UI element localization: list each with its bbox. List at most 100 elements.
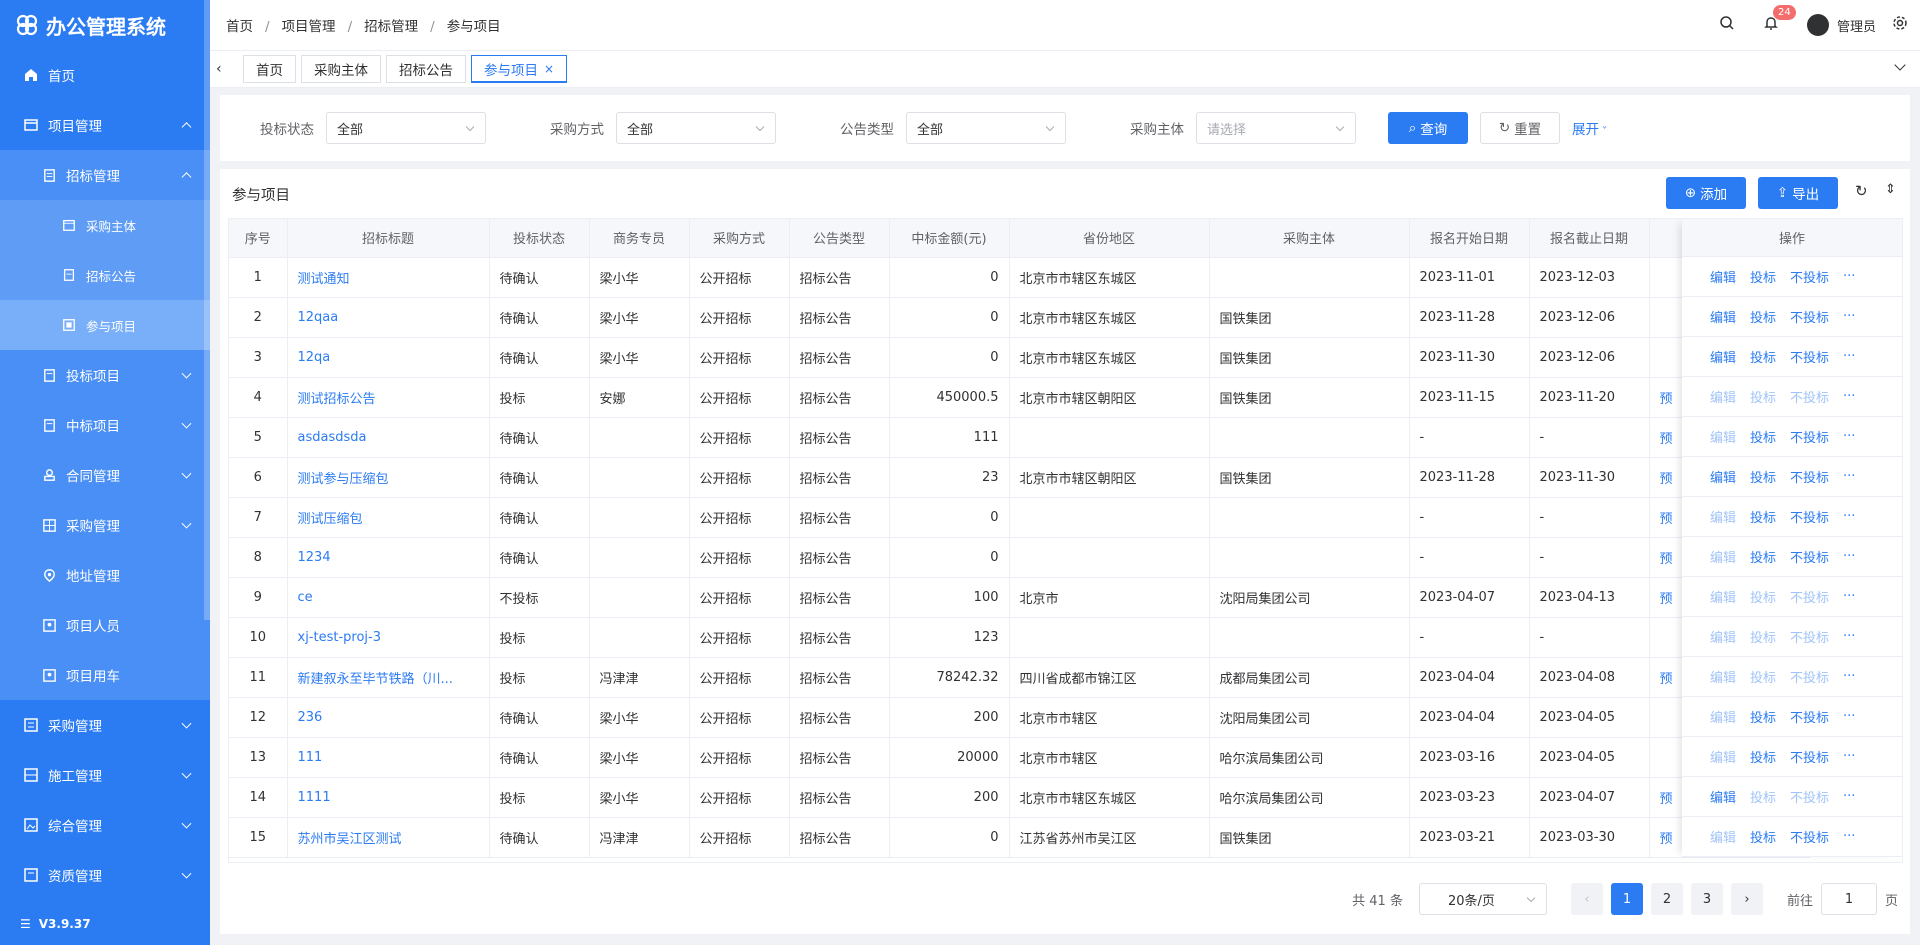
- table-row[interactable]: 1 测试通知 待确认 梁小华 公开招标 招标公告 0 北京市市辖区东城区 2023-11-01 2…: [229, 257, 1810, 298]
- no-bid-link[interactable]: 不投标: [1790, 507, 1829, 526]
- prev-page-button[interactable]: ‹: [1570, 883, 1603, 915]
- more-icon[interactable]: ···: [1843, 709, 1855, 724]
- table-row[interactable]: 11 新建叙永至毕节铁路（川... 投标 冯津津 公开招标 招标公告 78242.32 四川省…: [229, 657, 1810, 698]
- sidebar-scrollbar[interactable]: [204, 0, 210, 620]
- sidebar-item-won-projects[interactable]: 中标项目: [0, 400, 210, 450]
- close-icon[interactable]: ×: [544, 62, 554, 76]
- edit-link[interactable]: 编辑: [1710, 387, 1736, 406]
- sidebar-item-procurement-management[interactable]: 采购管理: [0, 500, 210, 550]
- sidebar-item-bid-notice[interactable]: 招标公告: [0, 250, 210, 300]
- project-title-link[interactable]: 测试招标公告: [287, 377, 490, 418]
- settings-icon[interactable]: [1892, 15, 1908, 35]
- bid-link[interactable]: 投标: [1750, 387, 1776, 406]
- table-row[interactable]: 6 测试参与压缩包 待确认 公开招标 招标公告 23 北京市市辖区朝阳区 国铁集团 2023-1…: [229, 457, 1810, 498]
- no-bid-link[interactable]: 不投标: [1790, 587, 1829, 606]
- no-bid-link[interactable]: 不投标: [1790, 707, 1829, 726]
- more-icon[interactable]: ···: [1843, 749, 1855, 764]
- breadcrumb-item[interactable]: 首页: [226, 19, 253, 35]
- sidebar-item-purchase-management[interactable]: 采购管理: [0, 700, 210, 750]
- sidebar-item-project-staff[interactable]: 项目人员: [0, 600, 210, 650]
- page-button[interactable]: 3: [1690, 883, 1723, 915]
- next-page-button[interactable]: ›: [1730, 883, 1763, 915]
- bid-link[interactable]: 投标: [1750, 267, 1776, 286]
- bid-link[interactable]: 投标: [1750, 787, 1776, 806]
- more-icon[interactable]: ···: [1843, 829, 1855, 844]
- project-title-link[interactable]: 236: [287, 697, 490, 738]
- more-icon[interactable]: ···: [1843, 469, 1855, 484]
- sidebar-item-purchase-entity[interactable]: 采购主体: [0, 200, 210, 250]
- table-row[interactable]: 3 12qa 待确认 梁小华 公开招标 招标公告 0 北京市市辖区东城区 国铁集团 2023-11…: [229, 337, 1810, 378]
- no-bid-link[interactable]: 不投标: [1790, 307, 1829, 326]
- sidebar-item-address-management[interactable]: 地址管理: [0, 550, 210, 600]
- sidebar-item-participating-projects[interactable]: 参与项目: [0, 300, 210, 350]
- sidebar-item-general-management[interactable]: 综合管理: [0, 800, 210, 850]
- more-icon[interactable]: ···: [1843, 349, 1855, 364]
- edit-link[interactable]: 编辑: [1710, 547, 1736, 566]
- edit-link[interactable]: 编辑: [1710, 267, 1736, 286]
- table-row[interactable]: 15 苏州市吴江区测试 待确认 冯津津 公开招标 招标公告 0 江苏省苏州市吴江区 国铁集团 20…: [229, 817, 1810, 858]
- breadcrumb-item[interactable]: 招标管理: [364, 19, 418, 35]
- bid-link[interactable]: 投标: [1750, 667, 1776, 686]
- edit-link[interactable]: 编辑: [1710, 427, 1736, 446]
- bid-link[interactable]: 投标: [1750, 427, 1776, 446]
- no-bid-link[interactable]: 不投标: [1790, 347, 1829, 366]
- project-title-link[interactable]: 1234: [287, 537, 490, 578]
- table-row[interactable]: 14 1111 投标 梁小华 公开招标 招标公告 200 北京市市辖区东城区 哈尔滨局集团公司 2…: [229, 777, 1810, 818]
- tab-home[interactable]: 首页: [243, 55, 296, 83]
- tabs-scroll-left-icon[interactable]: ‹: [216, 61, 238, 77]
- table-row[interactable]: 13 111 待确认 梁小华 公开招标 招标公告 20000 北京市市辖区 哈尔滨局集团公司 20…: [229, 737, 1810, 778]
- project-title-link[interactable]: 12qa: [287, 337, 490, 378]
- more-icon[interactable]: ···: [1843, 389, 1855, 404]
- edit-link[interactable]: 编辑: [1710, 587, 1736, 606]
- column-height-icon[interactable]: ⇕: [1885, 182, 1896, 197]
- no-bid-link[interactable]: 不投标: [1790, 267, 1829, 286]
- edit-link[interactable]: 编辑: [1710, 747, 1736, 766]
- no-bid-link[interactable]: 不投标: [1790, 667, 1829, 686]
- collapse-menu-icon[interactable]: ☰: [20, 917, 31, 931]
- query-button[interactable]: ⌕ 查询: [1388, 112, 1468, 144]
- project-title-link[interactable]: 测试压缩包: [287, 497, 490, 538]
- bid-link[interactable]: 投标: [1750, 347, 1776, 366]
- project-title-link[interactable]: 111: [287, 737, 490, 778]
- avatar[interactable]: [1806, 14, 1829, 36]
- project-title-link[interactable]: xj-test-proj-3: [287, 617, 490, 658]
- project-title-link[interactable]: 12qaa: [287, 297, 490, 338]
- table-row[interactable]: 5 asdasdsda 待确认 公开招标 招标公告 111- - 预: [229, 417, 1810, 458]
- table-row[interactable]: 2 12qaa 待确认 梁小华 公开招标 招标公告 0 北京市市辖区东城区 国铁集团 2023-1…: [229, 297, 1810, 338]
- bid-link[interactable]: 投标: [1750, 507, 1776, 526]
- tab-participating-projects[interactable]: 参与项目 ×: [471, 55, 568, 83]
- sidebar-item-project-management[interactable]: 项目管理: [0, 100, 210, 150]
- sidebar-item-project-vehicle[interactable]: 项目用车: [0, 650, 210, 700]
- bid-link[interactable]: 投标: [1750, 547, 1776, 566]
- edit-link[interactable]: 编辑: [1710, 347, 1736, 366]
- user-name[interactable]: 管理员: [1837, 16, 1876, 35]
- bid-link[interactable]: 投标: [1750, 587, 1776, 606]
- no-bid-link[interactable]: 不投标: [1790, 467, 1829, 486]
- page-button[interactable]: 2: [1650, 883, 1683, 915]
- project-title-link[interactable]: 测试参与压缩包: [287, 457, 490, 498]
- project-title-link[interactable]: asdasdsda: [287, 417, 490, 458]
- project-title-link[interactable]: ce: [287, 577, 490, 618]
- no-bid-link[interactable]: 不投标: [1790, 427, 1829, 446]
- notice-type-select[interactable]: 全部: [906, 112, 1066, 144]
- more-icon[interactable]: ···: [1843, 589, 1855, 604]
- more-icon[interactable]: ···: [1843, 789, 1855, 804]
- export-button[interactable]: ⇪ 导出: [1758, 177, 1838, 209]
- reset-button[interactable]: ↻ 重置: [1480, 112, 1560, 144]
- bid-link[interactable]: 投标: [1750, 827, 1776, 846]
- sidebar-item-tender-projects[interactable]: 投标项目: [0, 350, 210, 400]
- tab-bid-notice[interactable]: 招标公告: [386, 55, 466, 83]
- edit-link[interactable]: 编辑: [1710, 707, 1736, 726]
- more-icon[interactable]: ···: [1843, 669, 1855, 684]
- sidebar-item-construction-management[interactable]: 施工管理: [0, 750, 210, 800]
- bid-link[interactable]: 投标: [1750, 467, 1776, 486]
- bid-link[interactable]: 投标: [1750, 307, 1776, 326]
- table-row[interactable]: 4 测试招标公告 投标 安娜 公开招标 招标公告 450000.5 北京市市辖区朝阳区 国铁集团…: [229, 377, 1810, 418]
- bid-status-select[interactable]: 全部: [326, 112, 486, 144]
- table-row[interactable]: 8 1234 待确认 公开招标 招标公告 0- - 预: [229, 537, 1810, 578]
- search-icon[interactable]: [1719, 15, 1735, 35]
- more-icon[interactable]: ···: [1843, 629, 1855, 644]
- table-row[interactable]: 12 236 待确认 梁小华 公开招标 招标公告 200 北京市市辖区 沈阳局集团公司 2023-…: [229, 697, 1810, 738]
- table-row[interactable]: 9 ce 不投标 公开招标 招标公告 100 北京市 沈阳局集团公司 2023-04-07 202…: [229, 577, 1810, 618]
- tab-purchase-entity[interactable]: 采购主体: [301, 55, 381, 83]
